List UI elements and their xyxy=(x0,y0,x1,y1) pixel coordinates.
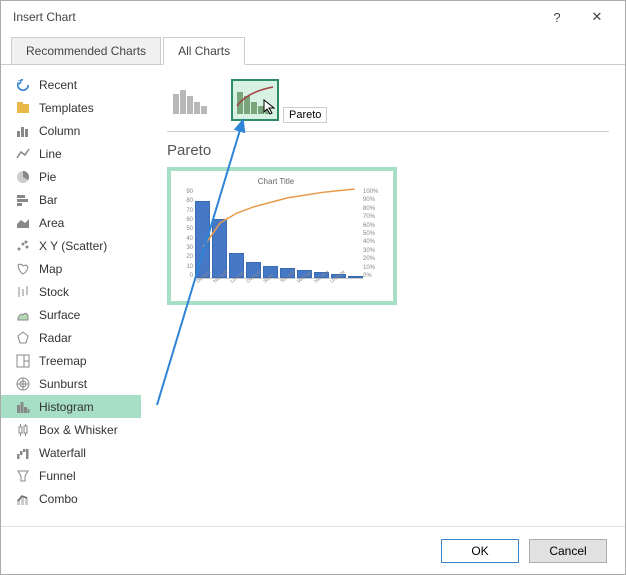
sidebar-item-box[interactable]: Box & Whisker xyxy=(1,418,141,441)
sidebar-item-label: Pie xyxy=(39,170,56,184)
sidebar-item-line[interactable]: Line xyxy=(1,142,141,165)
sidebar-item-map[interactable]: Map xyxy=(1,257,141,280)
sidebar-item-label: Waterfall xyxy=(39,446,86,460)
histogram-subtype-icon xyxy=(171,84,211,116)
sidebar-item-area[interactable]: Area xyxy=(1,211,141,234)
stock-icon xyxy=(15,284,31,300)
sunburst-icon xyxy=(15,376,31,392)
cumulative-line xyxy=(195,189,363,278)
sidebar-item-scatter[interactable]: X Y (Scatter) xyxy=(1,234,141,257)
sidebar-item-label: Column xyxy=(39,124,80,138)
histogram-icon xyxy=(15,399,31,415)
sidebar-item-label: Map xyxy=(39,262,62,276)
subtype-pareto[interactable]: Pareto xyxy=(231,79,279,121)
sidebar-item-funnel[interactable]: Funnel xyxy=(1,464,141,487)
sidebar-item-label: Stock xyxy=(39,285,69,299)
combo-icon xyxy=(15,491,31,507)
sidebar-item-label: Area xyxy=(39,216,64,230)
chart-preview[interactable]: Chart Title 9080706050403020100 100%90%8… xyxy=(167,167,397,305)
sidebar-item-label: Box & Whisker xyxy=(39,423,118,437)
sidebar-item-templates[interactable]: Templates xyxy=(1,96,141,119)
line-icon xyxy=(15,146,31,162)
chart-subtype-panel: Pareto Pareto Chart Title 90807060504030… xyxy=(141,65,625,528)
dialog-title: Insert Chart xyxy=(13,10,537,24)
box-icon xyxy=(15,422,31,438)
subtype-tooltip: Pareto xyxy=(283,107,327,123)
bar-icon xyxy=(15,192,31,208)
sidebar-item-label: Surface xyxy=(39,308,80,322)
plot-area xyxy=(195,189,363,279)
sidebar-item-label: Templates xyxy=(39,101,94,115)
sidebar-item-label: Funnel xyxy=(39,469,76,483)
sidebar-item-recent[interactable]: Recent xyxy=(1,73,141,96)
sidebar-item-label: Treemap xyxy=(39,354,87,368)
subtype-heading: Pareto xyxy=(167,142,609,159)
titlebar: Insert Chart ? ✕ xyxy=(1,1,625,33)
area-icon xyxy=(15,215,31,231)
sidebar-item-column[interactable]: Column xyxy=(1,119,141,142)
sidebar-item-pie[interactable]: Pie xyxy=(1,165,141,188)
radar-icon xyxy=(15,330,31,346)
tab-strip: Recommended Charts All Charts xyxy=(1,36,625,65)
sidebar-item-label: Histogram xyxy=(39,400,94,414)
sidebar-item-bar[interactable]: Bar xyxy=(1,188,141,211)
subtype-row: Pareto xyxy=(167,79,609,132)
sidebar-item-label: Line xyxy=(39,147,62,161)
funnel-icon xyxy=(15,468,31,484)
scatter-icon xyxy=(15,238,31,254)
recent-icon xyxy=(15,77,31,93)
sidebar-item-surface[interactable]: Surface xyxy=(1,303,141,326)
cursor-icon xyxy=(263,99,277,118)
tab-all-charts[interactable]: All Charts xyxy=(163,37,245,65)
sidebar-item-histogram[interactable]: Histogram xyxy=(1,395,141,418)
sidebar-item-label: Combo xyxy=(39,492,78,506)
treemap-icon xyxy=(15,353,31,369)
surface-icon xyxy=(15,307,31,323)
sidebar-item-label: Radar xyxy=(39,331,72,345)
ok-button[interactable]: OK xyxy=(441,539,519,563)
sidebar-item-label: Sunburst xyxy=(39,377,87,391)
sidebar-item-treemap[interactable]: Treemap xyxy=(1,349,141,372)
sidebar-item-label: Recent xyxy=(39,78,77,92)
y-axis-right: 100%90%80%70%60%50%40%30%20%10%0% xyxy=(363,189,387,279)
help-button[interactable]: ? xyxy=(537,1,577,33)
pie-icon xyxy=(15,169,31,185)
cancel-button[interactable]: Cancel xyxy=(529,539,607,563)
sidebar-item-label: Bar xyxy=(39,193,58,207)
column-icon xyxy=(15,123,31,139)
tab-recommended-charts[interactable]: Recommended Charts xyxy=(11,37,161,65)
templates-icon xyxy=(15,100,31,116)
sidebar-item-stock[interactable]: Stock xyxy=(1,280,141,303)
subtype-histogram[interactable] xyxy=(167,79,215,121)
sidebar-item-combo[interactable]: Combo xyxy=(1,487,141,510)
sidebar-item-label: X Y (Scatter) xyxy=(39,239,107,253)
chart-type-sidebar: Recent Templates Column Line Pie Bar Area X Y (… xyxy=(1,65,141,528)
sidebar-item-sunburst[interactable]: Sunburst xyxy=(1,372,141,395)
x-axis-labels: Doesn't taste...Not salt...Low qualityOv… xyxy=(195,279,363,297)
map-icon xyxy=(15,261,31,277)
y-axis-left: 9080706050403020100 xyxy=(181,189,193,279)
waterfall-icon xyxy=(15,445,31,461)
sidebar-item-waterfall[interactable]: Waterfall xyxy=(1,441,141,464)
close-button[interactable]: ✕ xyxy=(577,1,617,33)
preview-title: Chart Title xyxy=(193,177,359,186)
dialog-footer: OK Cancel xyxy=(1,526,625,574)
sidebar-item-radar[interactable]: Radar xyxy=(1,326,141,349)
